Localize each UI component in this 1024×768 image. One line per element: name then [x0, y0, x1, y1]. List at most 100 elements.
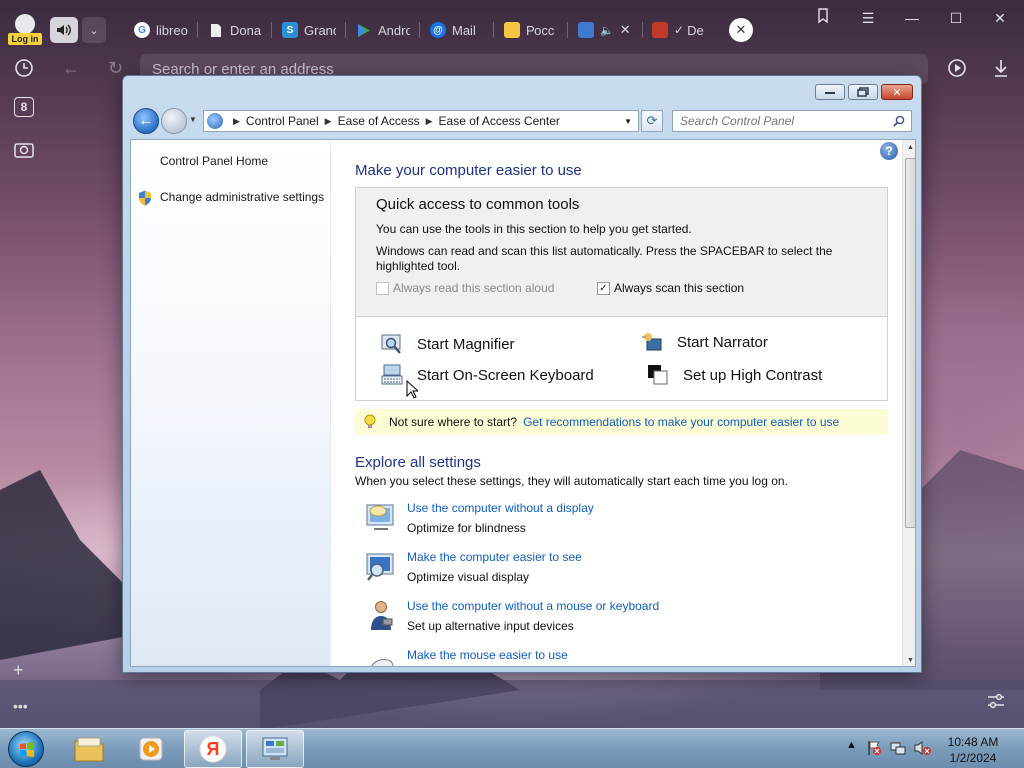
- maximize-icon[interactable]: ☐: [946, 8, 966, 28]
- volume-muted-icon[interactable]: [914, 740, 932, 756]
- search-control-panel-input[interactable]: [672, 110, 912, 132]
- taskbar-media-player-button[interactable]: [122, 730, 180, 768]
- menu-icon[interactable]: ☰: [858, 8, 878, 28]
- keyboard-icon: [381, 364, 403, 385]
- scroll-up-arrow[interactable]: ▲: [903, 140, 915, 155]
- vertical-scrollbar[interactable]: ▲ ▼: [902, 140, 915, 666]
- high-contrast-button[interactable]: Set up High Contrast: [647, 364, 822, 386]
- tab-2[interactable]: Dona: [208, 18, 262, 42]
- play-icon[interactable]: [946, 57, 968, 79]
- clock-time: 10:48 AM: [947, 735, 999, 749]
- bookmarks-icon[interactable]: [814, 8, 834, 28]
- read-aloud-label: Always read this section aloud: [393, 281, 555, 295]
- recent-pages-dropdown[interactable]: ▼: [189, 115, 197, 124]
- tab-divider: [567, 22, 568, 38]
- start-narrator-button[interactable]: Start Narrator: [641, 331, 768, 353]
- back-button[interactable]: ←: [133, 108, 159, 134]
- search-icon[interactable]: [893, 115, 905, 127]
- recommendations-link[interactable]: Get recommendations to make your compute…: [523, 415, 839, 429]
- action-center-flag-icon[interactable]: [866, 740, 882, 756]
- checkbox-box: [376, 281, 389, 295]
- chevron-down-icon[interactable]: ⌄: [82, 17, 106, 43]
- control-panel-icon: [262, 737, 288, 760]
- tab-6[interactable]: Росс: [504, 18, 558, 42]
- minimize-icon[interactable]: —: [902, 8, 922, 28]
- read-aloud-checkbox[interactable]: Always read this section aloud: [376, 281, 554, 295]
- quick-access-scan-text: Windows can read and scan this list auto…: [376, 244, 833, 273]
- setting-mouse-easier[interactable]: Make the mouse easier to use: [364, 648, 884, 666]
- tab-1[interactable]: G libreo: [134, 18, 190, 42]
- screenshot-icon[interactable]: [13, 138, 35, 160]
- minimize-button[interactable]: [815, 84, 845, 100]
- tab-3[interactable]: S Grand: [282, 18, 336, 42]
- setting-without-mouse-keyboard[interactable]: Use the computer without a mouse or keyb…: [364, 599, 884, 639]
- close-tab-button[interactable]: ✕: [729, 18, 753, 42]
- mail-icon: @: [430, 22, 446, 38]
- refresh-button[interactable]: ⟳: [641, 110, 663, 132]
- history-icon[interactable]: [13, 57, 35, 79]
- setting-without-display[interactable]: Use the computer without a display Optim…: [364, 501, 884, 541]
- more-icon[interactable]: •••: [13, 698, 28, 714]
- setting-link[interactable]: Use the computer without a mouse or keyb…: [407, 599, 659, 613]
- taskbar-control-panel-button[interactable]: [246, 730, 304, 768]
- lightbulb-icon: [364, 414, 376, 428]
- forward-button[interactable]: [161, 108, 187, 134]
- tab-label: Росс: [526, 22, 555, 38]
- back-arrow-icon[interactable]: ←: [62, 58, 80, 79]
- chevron-right-icon[interactable]: ▶: [233, 116, 240, 127]
- tab-7-active-audio[interactable]: 🔈 ✕: [578, 18, 634, 42]
- chevron-right-icon[interactable]: ▶: [325, 116, 332, 127]
- tab-label: Andro: [378, 22, 410, 38]
- tab-divider: [419, 22, 420, 38]
- tab-label: Mail: [452, 22, 476, 38]
- close-icon[interactable]: ✕: [620, 22, 631, 38]
- monitor-magnifier-icon: [366, 553, 394, 581]
- system-clock[interactable]: 10:48 AM 1/2/2024: [942, 734, 1004, 766]
- chevron-down-icon[interactable]: ▼: [624, 117, 632, 126]
- quick-access-panel: Quick access to common tools You can use…: [355, 187, 888, 317]
- reload-icon[interactable]: ↻: [108, 58, 123, 79]
- breadcrumb-ease-of-access[interactable]: Ease of Access: [338, 114, 420, 128]
- close-window-icon[interactable]: ✕: [990, 8, 1010, 28]
- change-admin-settings-link[interactable]: Change administrative settings: [160, 190, 324, 204]
- tab-label: Dona: [230, 22, 262, 38]
- tab-8[interactable]: ✓ De: [652, 18, 710, 42]
- narrator-label: Start Narrator: [677, 333, 768, 351]
- scan-section-checkbox[interactable]: ✓ Always scan this section: [597, 281, 744, 295]
- tab-label: Grand: [304, 22, 336, 38]
- show-hidden-icons-arrow[interactable]: ▲: [846, 739, 857, 751]
- download-icon[interactable]: [990, 57, 1012, 79]
- add-icon[interactable]: +: [13, 660, 24, 681]
- scrollbar-thumb[interactable]: [905, 158, 915, 528]
- start-button[interactable]: [8, 731, 44, 767]
- login-label: Log in: [8, 33, 42, 45]
- control-panel-home-link[interactable]: Control Panel Home: [160, 154, 268, 168]
- magnifier-label: Start Magnifier: [417, 335, 515, 353]
- breadcrumb-ease-of-access-center[interactable]: Ease of Access Center: [439, 114, 560, 128]
- close-button[interactable]: ✕: [881, 84, 913, 100]
- scroll-down-arrow[interactable]: ▼: [903, 653, 915, 666]
- taskbar-explorer-button[interactable]: [60, 730, 118, 768]
- taskbar-yandex-browser-button[interactable]: Я: [184, 730, 242, 768]
- explorer-address-bar: ← ▼ ▶ Control Panel ▶ Ease of Access ▶ E…: [131, 107, 913, 135]
- setting-link[interactable]: Use the computer without a display: [407, 501, 594, 515]
- tab-audio-button[interactable]: [50, 17, 78, 43]
- profile-button[interactable]: Log in: [8, 14, 42, 45]
- help-icon[interactable]: ?: [880, 142, 898, 160]
- network-icon[interactable]: [890, 740, 906, 756]
- setting-link[interactable]: Make the mouse easier to use: [407, 648, 568, 662]
- control-panel-content: Control Panel Home Change administrative…: [130, 139, 916, 667]
- control-panel-window: ✕ ← ▼ ▶ Control Panel ▶ Ease of Access ▶…: [122, 75, 922, 673]
- settings-sliders-icon[interactable]: [985, 690, 1007, 712]
- setting-easier-to-see[interactable]: Make the computer easier to see Optimize…: [364, 550, 884, 590]
- tab-4[interactable]: Andro: [356, 18, 410, 42]
- tab-5[interactable]: @ Mail: [430, 18, 484, 42]
- breadcrumb[interactable]: ▶ Control Panel ▶ Ease of Access ▶ Ease …: [203, 110, 639, 132]
- maximize-button[interactable]: [848, 84, 878, 100]
- chevron-right-icon[interactable]: ▶: [426, 116, 433, 127]
- start-magnifier-button[interactable]: Start Magnifier: [381, 333, 515, 355]
- setting-link[interactable]: Make the computer easier to see: [407, 550, 582, 564]
- google-icon: G: [134, 22, 150, 38]
- tab-counter-badge[interactable]: 8: [14, 97, 34, 117]
- breadcrumb-control-panel[interactable]: Control Panel: [246, 114, 319, 128]
